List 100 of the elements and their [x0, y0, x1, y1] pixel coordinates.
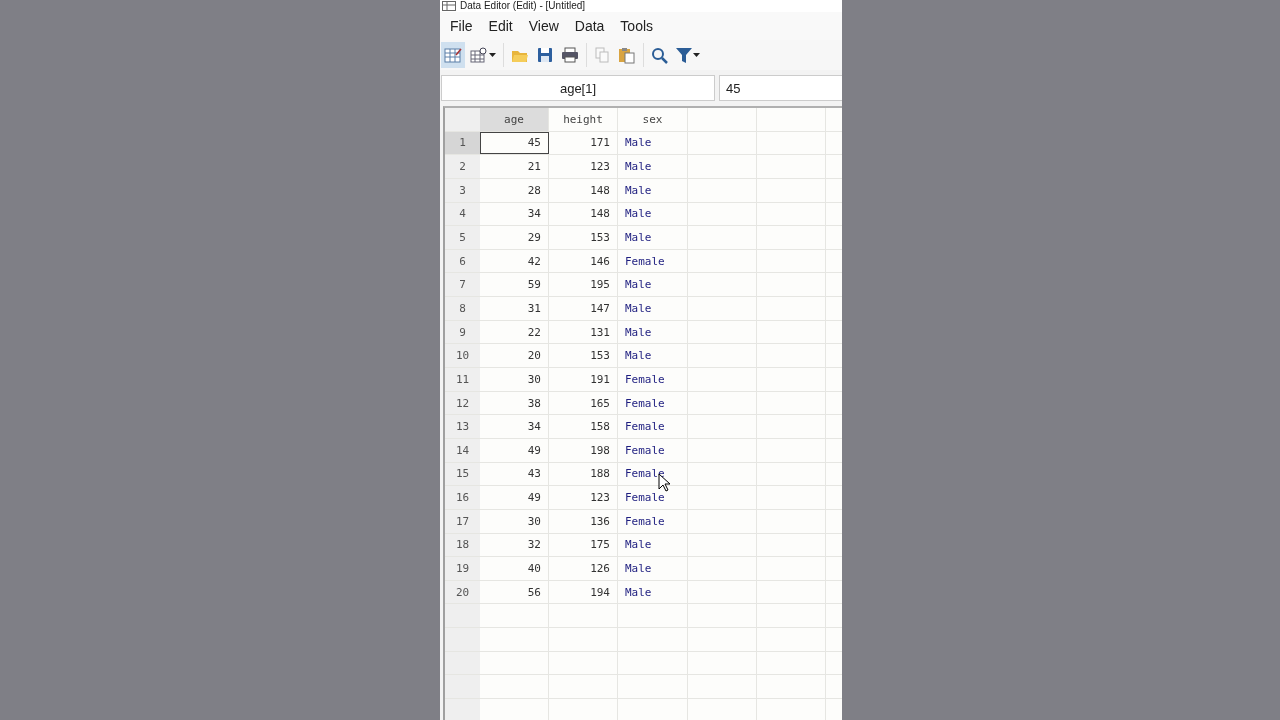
table-cell: 175: [549, 533, 618, 557]
table-cell: 31: [480, 297, 549, 320]
row-header[interactable]: 11: [445, 368, 480, 391]
search-icon: [651, 46, 668, 64]
table-cell: 22: [480, 320, 549, 344]
caret-icon: [489, 53, 496, 57]
row-header[interactable]: 16: [445, 486, 480, 509]
table-cell: 28: [480, 178, 549, 202]
row-header[interactable]: 14: [445, 438, 480, 462]
table-edit-icon: [444, 47, 462, 63]
table-cell: 59: [480, 273, 549, 297]
row-header[interactable]: 6: [445, 249, 480, 273]
table-cell: Male: [618, 320, 688, 344]
row-header[interactable]: 12: [445, 391, 480, 415]
row-header[interactable]: 13: [445, 415, 480, 438]
row-header[interactable]: 17: [445, 509, 480, 533]
table-cell: Male: [618, 155, 688, 178]
table-cell: 56: [480, 580, 549, 604]
table-cell: 148: [549, 178, 618, 202]
table-cell: 195: [549, 273, 618, 297]
row-header[interactable]: 19: [445, 557, 480, 580]
table-cell: 29: [480, 226, 549, 249]
table-cell: 194: [549, 580, 618, 604]
table-cell: Male: [618, 557, 688, 580]
table-cell: Male: [618, 297, 688, 320]
column-header[interactable]: age: [480, 108, 549, 131]
table-cell: 126: [549, 557, 618, 580]
table-cell: Female: [618, 391, 688, 415]
row-header[interactable]: 8: [445, 297, 480, 320]
table-search-icon: [470, 47, 488, 63]
table-cell: 171: [549, 131, 618, 155]
table-cell: Male: [618, 226, 688, 249]
row-header[interactable]: 9: [445, 320, 480, 344]
row-header[interactable]: 15: [445, 462, 480, 486]
table-cell: 30: [480, 368, 549, 391]
window-title: Data Editor (Edit) - [Untitled]: [460, 0, 586, 12]
table-cell: 148: [549, 202, 618, 226]
table-cell: 147: [549, 297, 618, 320]
table-cell: 153: [549, 226, 618, 249]
table-cell: 146: [549, 249, 618, 273]
table-cell: 136: [549, 509, 618, 533]
table-cell: Male: [618, 202, 688, 226]
table-cell: Female: [618, 249, 688, 273]
table-cell: 43: [480, 462, 549, 486]
filter-icon: [676, 46, 692, 64]
table-cell: 191: [549, 368, 618, 391]
table-cell: 49: [480, 486, 549, 509]
table-cell: Female: [618, 415, 688, 438]
table-cell: 30: [480, 509, 549, 533]
table-cell: 38: [480, 391, 549, 415]
table-cell: 49: [480, 438, 549, 462]
table-cell: 42: [480, 249, 549, 273]
table-cell: Female: [618, 438, 688, 462]
corner-cell: [445, 108, 480, 131]
cell-name-field[interactable]: age[1]: [441, 75, 715, 101]
menu-item[interactable]: View: [520, 12, 567, 40]
row-header[interactable]: 4: [445, 202, 480, 226]
table-cell: Male: [618, 533, 688, 557]
row-header[interactable]: 1: [445, 131, 480, 155]
table-cell: Female: [618, 368, 688, 391]
menu-item[interactable]: Edit: [480, 12, 521, 40]
table-cell: 34: [480, 202, 549, 226]
menu-item[interactable]: Data: [566, 12, 613, 40]
row-header[interactable]: 18: [445, 533, 480, 557]
table-cell: Female: [618, 509, 688, 533]
table-cell: 123: [549, 155, 618, 178]
paste-icon: [618, 46, 636, 64]
printer-icon: [561, 47, 579, 63]
row-header[interactable]: 5: [445, 226, 480, 249]
table-cell: 198: [549, 438, 618, 462]
column-header[interactable]: height: [549, 108, 618, 131]
table-cell: 165: [549, 391, 618, 415]
caret-icon: [693, 53, 700, 57]
table-cell: Male: [618, 178, 688, 202]
table-cell: 32: [480, 533, 549, 557]
menu-item[interactable]: File: [442, 12, 481, 40]
row-header[interactable]: 3: [445, 178, 480, 202]
save-icon: [537, 47, 553, 63]
table-cell: Male: [618, 580, 688, 604]
table-cell: 45: [480, 131, 549, 155]
table-cell: 158: [549, 415, 618, 438]
column-header[interactable]: sex: [618, 108, 688, 131]
row-header[interactable]: 7: [445, 273, 480, 297]
table-cell: 40: [480, 557, 549, 580]
menu-item[interactable]: Tools: [612, 12, 662, 40]
copy-icon: [594, 47, 610, 63]
table-cell: 21: [480, 155, 549, 178]
table-cell: Male: [618, 344, 688, 368]
table-cell: 20: [480, 344, 549, 368]
table-cell: Male: [618, 131, 688, 155]
table-cell: 123: [549, 486, 618, 509]
table-cell: 153: [549, 344, 618, 368]
cell-value-field[interactable]: 45: [719, 75, 842, 101]
table-cell: 131: [549, 320, 618, 344]
table-cell: Male: [618, 273, 688, 297]
row-header[interactable]: 2: [445, 155, 480, 178]
table-cell: 34: [480, 415, 549, 438]
row-header[interactable]: 20: [445, 580, 480, 604]
table-cell: 188: [549, 462, 618, 486]
row-header[interactable]: 10: [445, 344, 480, 368]
